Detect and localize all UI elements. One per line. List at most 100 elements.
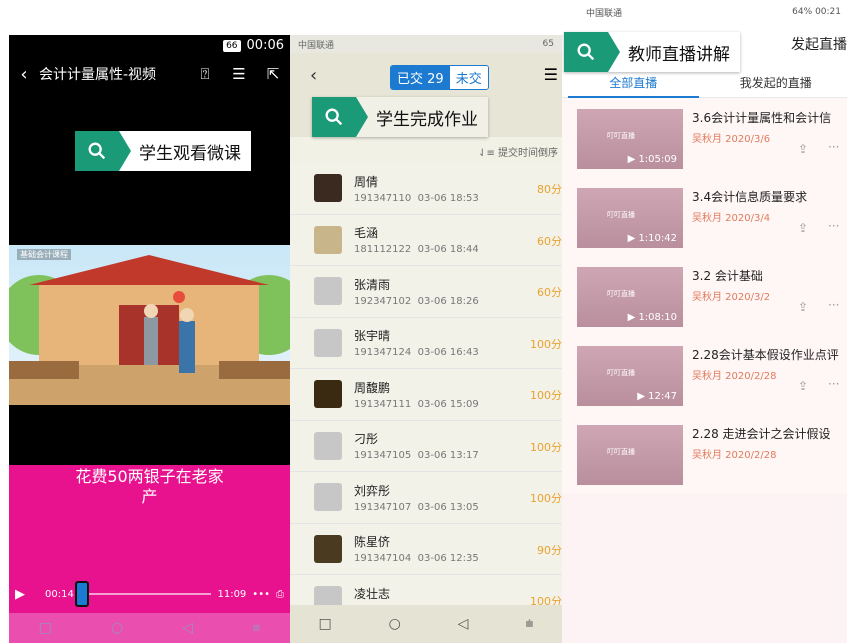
student-name: 周馥鹏 (354, 380, 391, 395)
live-title: 3.4会计信息质量要求 (692, 190, 808, 204)
search-icon (75, 131, 131, 171)
back-arrow-icon[interactable]: ‹ (310, 65, 317, 86)
menu-icon[interactable]: ⩧ (252, 620, 260, 636)
live-thumbnail[interactable]: 叮叮直播 ▶ 1:05:09 (577, 109, 683, 169)
live-item[interactable]: 叮叮直播 ▶ 1:10:42 3.4会计信息质量要求 吴秋月 2020/3/4 ⇪ ··· (562, 177, 847, 256)
student-meta: 181112122 03-06 18:44 (354, 244, 479, 255)
student-meta: 191347107 03-06 13:05 (354, 502, 479, 513)
callout-text: 学生观看微课 (139, 143, 241, 164)
status-bar: 中国联通 64% 00:21 (562, 0, 847, 24)
back-arrow-icon[interactable]: ‹ (9, 64, 39, 85)
more-icon[interactable]: ··· (828, 298, 839, 312)
share-icon[interactable]: ⇱ (256, 65, 290, 83)
share-icon[interactable]: ⇪ (798, 142, 808, 156)
live-logo: 叮叮直播 (607, 132, 635, 140)
share-icon[interactable]: ⇪ (798, 300, 808, 314)
faded-item (562, 572, 847, 643)
live-thumbnail[interactable]: 叮叮直播 ▶ 12:47 (577, 346, 683, 406)
student-row[interactable]: 周倩 191347110 03-06 18:53 80分 (290, 163, 562, 215)
status-bar: 66 00:06 (223, 38, 284, 53)
student-score: 100分 (530, 337, 562, 351)
student-row[interactable]: 周馥鹏 191347111 03-06 15:09 100分 (290, 369, 562, 421)
cast-icon[interactable]: ⎙ (276, 589, 284, 600)
start-live-button[interactable]: 发起直播 (791, 34, 847, 54)
tab-submitted[interactable]: 已交 29 (391, 66, 450, 89)
live-logo: 叮叮直播 (607, 369, 635, 377)
more-icon[interactable]: ··· (828, 219, 839, 233)
student-row[interactable]: 刁彤 191347105 03-06 13:17 100分 (290, 420, 562, 472)
sort-control[interactable]: ⇃≡ 提交时间倒序 (290, 137, 562, 163)
student-name: 张宇晴 (354, 329, 391, 344)
student-name: 周倩 (354, 174, 379, 189)
student-name: 刘弈彤 (354, 483, 391, 498)
tab-unsubmitted[interactable]: 未交 (449, 66, 488, 89)
student-score: 60分 (537, 286, 562, 299)
back-icon[interactable]: ◁ (182, 620, 193, 636)
student-id: 191347107 (354, 501, 412, 513)
status-right: 64% 00:21 (792, 7, 841, 17)
home-icon[interactable]: ○ (111, 620, 123, 636)
live-title: 3.2 会计基础 (692, 269, 763, 283)
progress-bar[interactable] (75, 581, 212, 607)
sort-label: 提交时间倒序 (498, 148, 558, 159)
student-row[interactable]: 陈星侪 191347104 03-06 12:35 90分 (290, 523, 562, 575)
student-row[interactable]: 刘弈彤 191347107 03-06 13:05 100分 (290, 472, 562, 524)
live-item[interactable]: 叮叮直播 ▶ 1:05:09 3.6会计计量属性和会计信 吴秋月 2020/3/6 ⇪ ·… (562, 98, 847, 177)
share-icon[interactable]: ⇪ (798, 379, 808, 393)
recent-apps-icon[interactable]: □ (318, 616, 331, 632)
live-item[interactable]: 叮叮直播 ▶ 12:47 2.28会计基本假设作业点评 吴秋月 2020/2/28 ⇪ ·… (562, 335, 847, 414)
page-title: 会计计量属性-视频 (39, 67, 157, 83)
status-bar: 中国联通 65 (290, 35, 562, 53)
back-icon[interactable]: ◁ (458, 616, 469, 632)
share-icon[interactable]: ⇪ (798, 221, 808, 235)
system-nav: □ ○ ◁ ⩧ (290, 605, 562, 643)
live-duration: ▶ 1:08:10 (627, 312, 677, 323)
live-item[interactable]: 叮叮直播 2.28 走进会计之会计假设 吴秋月 2020/2/28 (562, 414, 847, 493)
top-bar: ‹ 已交 29 未交 ☰ (290, 53, 562, 101)
play-icon[interactable]: ▶ (15, 587, 39, 602)
more-icon[interactable]: ··· (828, 377, 839, 391)
student-row[interactable]: 毛涵 181112122 03-06 18:44 60分 (290, 214, 562, 266)
video-caption: 花费50两银子在老家 产 (9, 467, 290, 507)
menu-icon[interactable]: ⩧ (525, 616, 533, 632)
student-id: 191347124 (354, 347, 412, 359)
progress-handle[interactable] (75, 581, 90, 607)
live-thumbnail[interactable]: 叮叮直播 ▶ 1:10:42 (577, 188, 683, 248)
student-score: 80分 (537, 183, 562, 196)
video-frame[interactable]: 基础会计课程 (9, 245, 290, 405)
tab-my-lives[interactable]: 我发起的直播 (705, 64, 847, 97)
live-title: 2.28 走进会计之会计假设 (692, 427, 831, 441)
live-logo: 叮叮直播 (607, 448, 635, 456)
student-score: 60分 (537, 234, 562, 248)
more-icon[interactable]: ··· (828, 140, 839, 154)
player-controls: ▶ 00:14 11:09 ••• ⎙ (9, 581, 290, 607)
student-row[interactable]: 张宇晴 191347124 03-06 16:43 100分 (290, 317, 562, 369)
student-avatar (314, 277, 342, 306)
live-item[interactable]: 叮叮直播 ▶ 1:08:10 3.2 会计基础 吴秋月 2020/3/2 ⇪ ··· (562, 256, 847, 335)
more-icon[interactable]: ••• (252, 589, 270, 600)
home-icon[interactable]: ○ (389, 616, 401, 632)
video-player-screen: 66 00:06 ‹ 会计计量属性-视频 ⍰ ☰ ⇱ 学生观看微课 基础会计课程… (9, 35, 290, 643)
live-author-date: 吴秋月 2020/2/28 (692, 450, 777, 461)
student-meta: 191347104 03-06 12:35 (354, 553, 479, 564)
submit-time: 03-06 18:44 (417, 244, 479, 256)
caption-line-2: 产 (141, 487, 158, 506)
live-thumbnail[interactable]: 叮叮直播 (577, 425, 683, 485)
menu-icon[interactable]: ☰ (544, 65, 558, 84)
submit-time: 03-06 18:53 (417, 192, 479, 204)
student-row[interactable]: 张清雨 192347102 03-06 18:26 60分 (290, 266, 562, 318)
student-score: 100分 (530, 389, 562, 402)
live-author-date: 吴秋月 2020/3/4 (692, 213, 771, 224)
list-icon[interactable]: ☰ (222, 65, 256, 83)
recent-apps-icon[interactable]: □ (39, 620, 52, 636)
live-list: 叮叮直播 ▶ 1:05:09 3.6会计计量属性和会计信 吴秋月 2020/3/6 ⇪ ·… (562, 98, 847, 493)
live-duration: ▶ 12:47 (637, 391, 677, 402)
live-thumbnail[interactable]: 叮叮直播 ▶ 1:08:10 (577, 267, 683, 327)
submit-time: 03-06 18:26 (417, 295, 479, 307)
student-name: 陈星侪 (354, 535, 391, 550)
help-icon[interactable]: ⍰ (188, 65, 222, 83)
live-title: 3.6会计计量属性和会计信 (692, 111, 832, 125)
callout-label: 学生观看微课 (75, 131, 251, 171)
battery-level: 64% (792, 7, 813, 17)
tab-all-lives[interactable]: 全部直播 (562, 64, 705, 98)
